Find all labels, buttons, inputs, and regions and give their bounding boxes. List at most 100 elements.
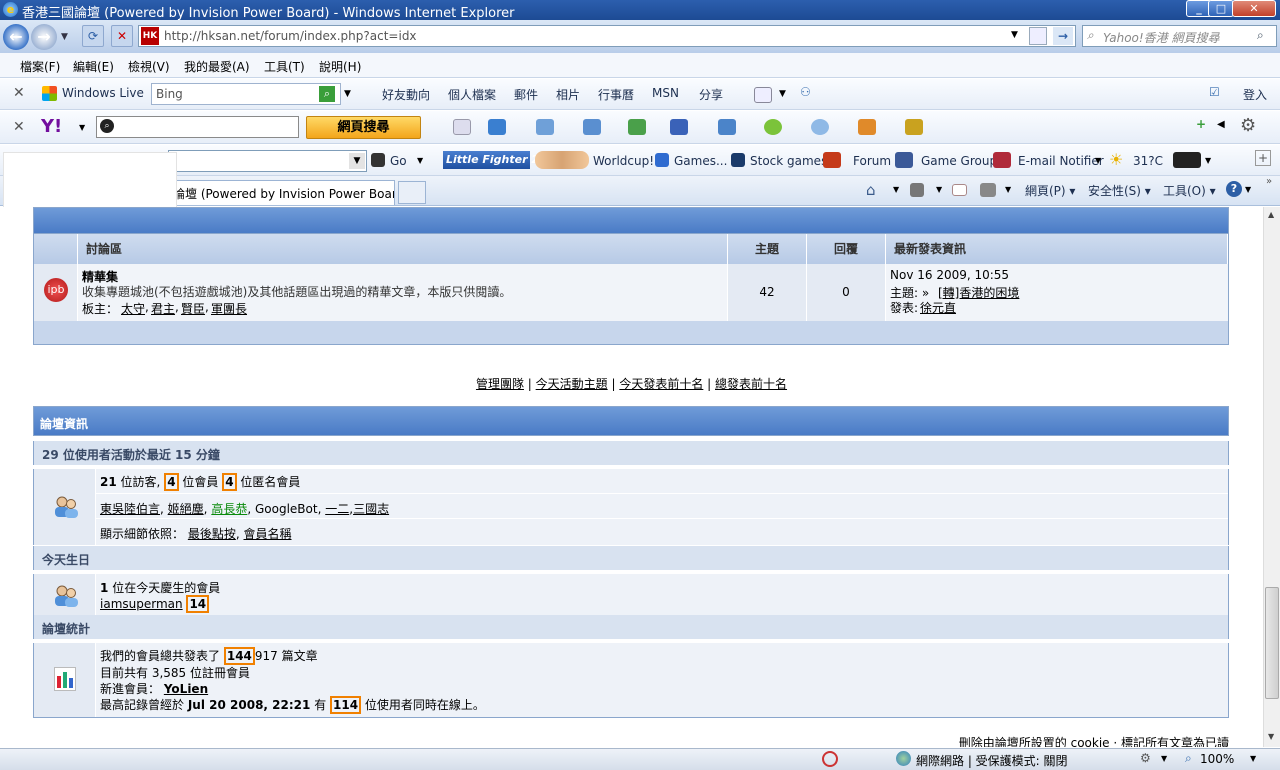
messenger-icon[interactable]: ⚇ xyxy=(800,85,811,99)
checkbox-icon[interactable]: ☑ xyxy=(1209,85,1220,99)
yahoo-logo-icon[interactable]: Y! xyxy=(41,116,62,137)
back-icon[interactable]: ← xyxy=(3,24,29,50)
stop-icon[interactable]: ✕ xyxy=(111,25,133,47)
game-icon[interactable] xyxy=(858,119,876,135)
forum-link[interactable]: Forum xyxy=(853,154,891,168)
popup-blocked-icon[interactable] xyxy=(822,751,838,767)
close-toolbar-icon[interactable]: ✕ xyxy=(13,85,25,101)
chevron-more-icon[interactable]: » xyxy=(1266,176,1272,187)
close-button[interactable]: ✕ xyxy=(1232,0,1276,17)
toolbar-left-icon[interactable]: ◀ xyxy=(1217,119,1225,130)
moderator-link-1[interactable]: 太守 xyxy=(121,300,145,317)
maximize-button[interactable]: □ xyxy=(1208,0,1234,17)
user-link-4[interactable]: 一二 xyxy=(325,502,349,516)
link-today-top10[interactable]: 今天發表前十名 xyxy=(619,377,703,391)
menu-help[interactable]: 說明(H) xyxy=(319,58,361,75)
leaf-icon[interactable] xyxy=(764,119,782,135)
sort-last-click-link[interactable]: 最後點按 xyxy=(188,527,236,541)
go-link[interactable]: Go xyxy=(390,154,407,168)
newest-member-link[interactable]: YoLien xyxy=(164,682,208,696)
links-combo-dropdown-icon[interactable]: ▼ xyxy=(349,153,365,169)
live-link-photos[interactable]: 相片 xyxy=(556,86,580,103)
menu-view[interactable]: 檢視(V) xyxy=(128,58,170,75)
moderator-link-2[interactable]: 君主 xyxy=(151,300,175,317)
tv-icon[interactable] xyxy=(1173,152,1201,168)
safety-menu[interactable]: 安全性(S) ▾ xyxy=(1088,182,1151,199)
scroll-down-icon[interactable]: ▼ xyxy=(1268,732,1274,741)
window-icon[interactable] xyxy=(754,87,772,103)
bing-search-input[interactable]: Bing ⌕ xyxy=(151,83,341,105)
menu-tools[interactable]: 工具(T) xyxy=(264,58,305,75)
arrow-icon[interactable] xyxy=(628,119,646,135)
user-link-3[interactable]: 高長恭 xyxy=(211,502,247,516)
new-tab-button[interactable] xyxy=(398,181,426,204)
feeds-icon[interactable] xyxy=(910,183,924,197)
help-dropdown-icon[interactable]: ▼ xyxy=(1245,185,1251,194)
weather-link[interactable]: 31?C xyxy=(1133,154,1163,168)
page-menu[interactable]: 網頁(P) ▾ xyxy=(1025,182,1075,199)
windows-live-brand[interactable]: Windows Live xyxy=(62,86,144,100)
go-icon[interactable] xyxy=(371,153,385,167)
read-mail-icon[interactable] xyxy=(952,184,967,196)
live-link-msn[interactable]: MSN xyxy=(652,86,679,100)
user-link-1[interactable]: 東吳陸伯言 xyxy=(100,502,160,516)
user-link-5[interactable]: 三國志 xyxy=(353,502,389,516)
scroll-up-icon[interactable]: ▲ xyxy=(1268,210,1274,219)
last-poster-link[interactable]: 徐元直 xyxy=(920,299,956,316)
sort-member-name-link[interactable]: 會員名稱 xyxy=(244,527,292,541)
go-arrow-icon[interactable]: → xyxy=(1053,27,1073,45)
close-yahoo-toolbar-icon[interactable]: ✕ xyxy=(13,119,25,135)
mail-icon[interactable] xyxy=(488,119,506,135)
puzzle-icon[interactable] xyxy=(718,119,736,135)
security-zone[interactable]: 網際網路 | 受保護模式: 關閉 xyxy=(916,752,1068,769)
worldcup-link[interactable]: Worldcup! xyxy=(593,154,654,168)
games-link[interactable]: Games... xyxy=(674,154,727,168)
link-management-team[interactable]: 管理團隊 xyxy=(476,377,524,391)
search-input[interactable]: ⌕ Yahoo!香港 網頁搜尋 ⌕ xyxy=(1082,25,1277,47)
moderator-link-4[interactable]: 軍團長 xyxy=(211,300,247,317)
live-link-share[interactable]: 分享 xyxy=(699,86,723,103)
refresh-icon[interactable]: ⟳ xyxy=(82,25,104,47)
email-notifier-link[interactable]: E-mail Notifier xyxy=(1018,154,1104,168)
tv-dropdown-icon[interactable]: ▼ xyxy=(1205,156,1211,165)
pencil-icon[interactable] xyxy=(453,119,471,135)
moderator-link-3[interactable]: 賢臣 xyxy=(181,300,205,317)
forward-icon[interactable]: → xyxy=(31,24,57,50)
go-dropdown-icon[interactable]: ▼ xyxy=(417,156,423,165)
grid-icon[interactable] xyxy=(583,119,601,135)
help-icon[interactable]: ? xyxy=(1226,181,1242,197)
birthday-user-link[interactable]: iamsuperman xyxy=(100,597,183,611)
window-dropdown-icon[interactable]: ▼ xyxy=(779,89,786,99)
zoom-options-dropdown-icon[interactable]: ▼ xyxy=(1161,754,1167,763)
address-input[interactable]: HK http://hksan.net/forum/index.php?act=… xyxy=(138,25,1076,47)
note-icon[interactable] xyxy=(905,119,923,135)
star-icon[interactable] xyxy=(670,119,688,135)
zoom-dropdown-icon[interactable]: ▼ xyxy=(1250,754,1256,763)
cloud-icon[interactable] xyxy=(811,119,829,135)
links-combo-input[interactable]: ▼ xyxy=(168,150,367,172)
print-icon[interactable] xyxy=(980,183,996,197)
address-dropdown-icon[interactable]: ▼ xyxy=(1011,30,1018,40)
menu-favorites[interactable]: 我的最愛(A) xyxy=(184,58,250,75)
stock-games-link[interactable]: Stock games xyxy=(750,154,827,168)
scroll-thumb[interactable] xyxy=(1265,587,1279,699)
link-today-active-topics[interactable]: 今天活動主題 xyxy=(536,377,608,391)
history-dropdown-icon[interactable]: ▼ xyxy=(61,32,68,42)
zoom-level[interactable]: 100% xyxy=(1200,752,1234,766)
yahoo-search-input[interactable]: ⌕ xyxy=(96,116,299,138)
tools-menu[interactable]: 工具(O) ▾ xyxy=(1163,182,1216,199)
new-tab-plus-icon[interactable]: + xyxy=(1255,150,1271,166)
zoom-options-icon[interactable]: ⚙ xyxy=(1140,751,1151,765)
live-link-profile[interactable]: 個人檔案 xyxy=(448,86,496,103)
bing-dropdown-icon[interactable]: ▼ xyxy=(344,89,351,99)
home-icon[interactable]: ⌂ xyxy=(866,181,876,199)
tab-forum[interactable]: 論壇 (Powered by Invision Power Boar... xyxy=(160,180,395,205)
live-link-mail[interactable]: 郵件 xyxy=(514,86,538,103)
print-dropdown-icon[interactable]: ▼ xyxy=(1005,185,1011,194)
email-notifier-dropdown-icon[interactable]: ▼ xyxy=(1095,156,1101,165)
signin-link[interactable]: 登入 xyxy=(1243,86,1267,103)
search-go-icon[interactable]: ⌕ xyxy=(1257,28,1264,43)
menu-edit[interactable]: 編輯(E) xyxy=(73,58,114,75)
yahoo-search-button[interactable]: 網頁搜尋 xyxy=(306,116,421,139)
bing-search-icon[interactable]: ⌕ xyxy=(319,86,335,102)
